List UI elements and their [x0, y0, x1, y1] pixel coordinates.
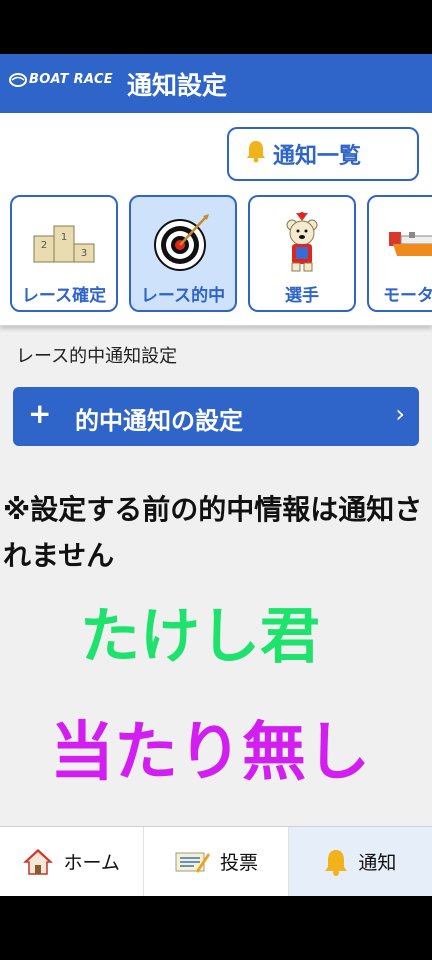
bell-icon	[245, 139, 267, 169]
tab-race-confirmed-label: レース確定	[21, 286, 107, 306]
svg-text:1: 1	[61, 232, 67, 243]
hit-notification-settings-button[interactable]: + 的中通知の設定 ›	[13, 387, 419, 446]
category-panel: 通知一覧 1 2 3 レース確定 レース的中 選手 モー	[0, 113, 432, 326]
bell-icon	[324, 848, 348, 876]
nav-notification-label: 通知	[358, 852, 397, 874]
app-header: BOAT RACE 通知設定	[0, 54, 432, 113]
svg-text:2: 2	[41, 240, 47, 251]
main-content: 通知一覧 1 2 3 レース確定 レース的中 選手 モー レース的中通知設定 +…	[0, 113, 432, 826]
overlay-name-text: たけし君	[80, 602, 320, 672]
nav-notification[interactable]: 通知	[288, 827, 432, 896]
notification-list-label: 通知一覧	[273, 144, 362, 169]
target-icon	[131, 207, 235, 277]
tab-racer[interactable]: 選手	[248, 195, 356, 312]
tab-race-hit-label: レース的中	[140, 286, 226, 306]
notification-list-button[interactable]: 通知一覧	[227, 127, 419, 181]
page-title: 通知設定	[127, 71, 228, 100]
tab-motor-label: モーター	[383, 286, 432, 306]
notice-text: ※設定する前の的中情報は通知されません	[3, 493, 423, 572]
boatrace-logo[interactable]: BOAT RACE	[9, 72, 113, 87]
nav-vote[interactable]: 投票	[144, 827, 289, 896]
boat-logo-icon	[9, 72, 27, 87]
tab-motor[interactable]: モーター	[367, 195, 432, 312]
home-icon	[23, 848, 54, 876]
tab-racer-label: 選手	[285, 286, 319, 306]
nav-home-label: ホーム	[63, 852, 120, 874]
nav-home[interactable]: ホーム	[0, 827, 145, 896]
category-tabs: 1 2 3 レース確定 レース的中 選手 モー	[10, 195, 432, 313]
tab-race-confirmed[interactable]: 1 2 3 レース確定	[10, 195, 118, 312]
svg-text:3: 3	[81, 248, 87, 259]
nav-vote-label: 投票	[219, 852, 258, 874]
bottom-navigation: ホーム 投票 通知	[0, 826, 432, 896]
overlay-result-text: 当たり無し	[50, 716, 370, 790]
status-bar	[0, 0, 432, 54]
system-nav-bar	[0, 896, 432, 960]
ticket-icon	[174, 849, 210, 875]
hit-notification-settings-label: 的中通知の設定	[75, 407, 243, 435]
bear-mascot-icon	[250, 207, 354, 277]
logo-text: BOAT RACE	[29, 72, 113, 87]
plus-icon: +	[28, 397, 52, 430]
tab-race-hit[interactable]: レース的中	[129, 195, 237, 312]
section-title: レース的中通知設定	[16, 346, 178, 367]
boat-motor-icon	[369, 207, 432, 277]
chevron-right-icon: ›	[395, 400, 405, 428]
podium-icon: 1 2 3	[12, 207, 116, 277]
